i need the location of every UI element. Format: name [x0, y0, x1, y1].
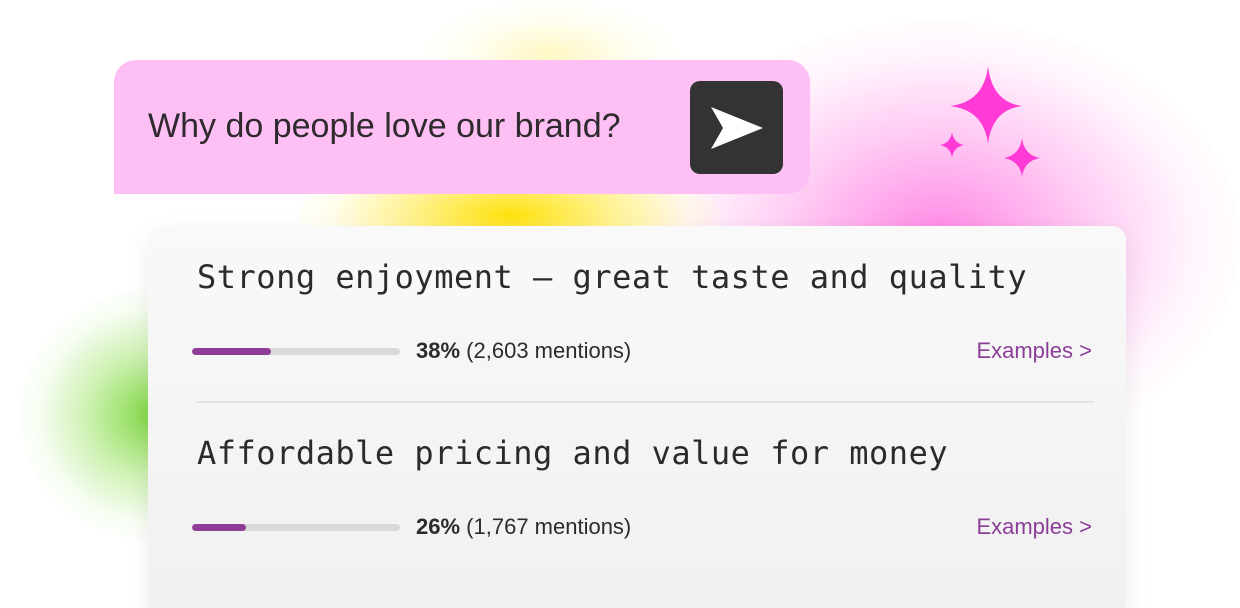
result-stats: 38% (2,603 mentions)	[416, 338, 631, 364]
question-input-bar[interactable]: Why do people love our brand?	[114, 60, 810, 194]
result-title: Strong enjoyment – great taste and quali…	[197, 258, 1028, 296]
results-card: Strong enjoyment – great taste and quali…	[148, 226, 1126, 608]
progress-fill	[192, 524, 247, 531]
question-text[interactable]: Why do people love our brand?	[148, 107, 621, 146]
result-mentions: (2,603 mentions)	[466, 338, 632, 363]
sparkles-icon	[940, 66, 1040, 177]
progress-bar	[192, 524, 400, 531]
examples-link[interactable]: Examples >	[976, 514, 1092, 540]
result-mentions: (1,767 mentions)	[466, 514, 632, 539]
progress-bar	[192, 348, 400, 355]
send-icon	[710, 106, 763, 149]
result-title: Affordable pricing and value for money	[197, 434, 949, 472]
result-stats: 26% (1,767 mentions)	[416, 514, 631, 540]
result-percent: 26%	[416, 514, 461, 539]
progress-fill	[192, 348, 272, 355]
examples-link[interactable]: Examples >	[976, 338, 1092, 364]
send-button[interactable]	[690, 81, 783, 174]
stage: Why do people love our brand? Strong enj…	[0, 0, 1240, 608]
result-percent: 38%	[416, 338, 461, 363]
divider	[196, 401, 1094, 403]
